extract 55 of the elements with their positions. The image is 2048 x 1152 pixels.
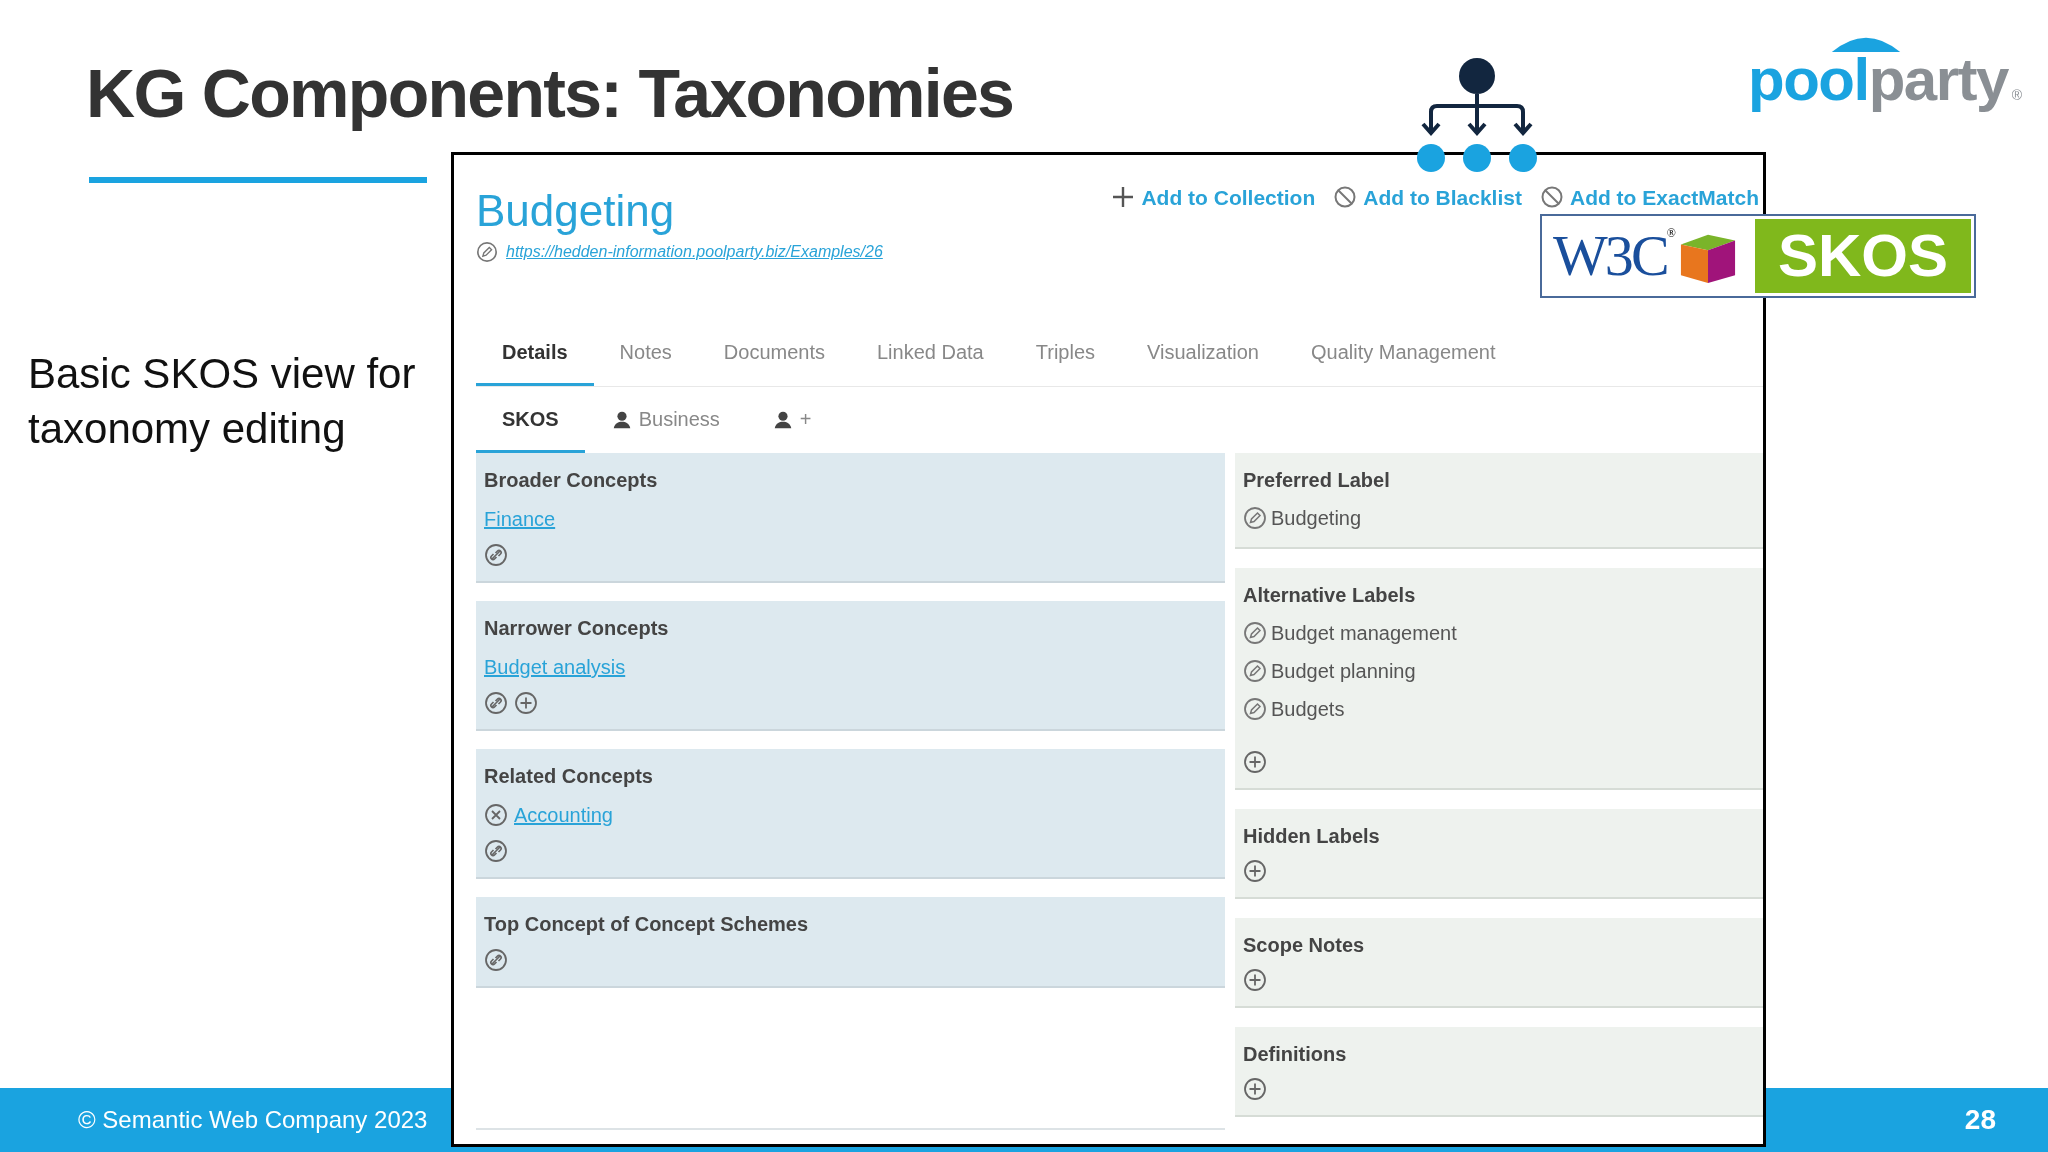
panel-title: Broader Concepts xyxy=(484,468,659,493)
action-link[interactable]: Add to Collection xyxy=(1141,186,1316,208)
tab[interactable]: Details xyxy=(476,321,594,386)
concept-link[interactable]: Budget analysis xyxy=(484,652,626,682)
pencil-icon[interactable] xyxy=(1243,506,1267,530)
link-icon[interactable] xyxy=(484,839,508,863)
slide-title: KG Components: Taxonomies xyxy=(86,54,1014,133)
blocked-icon xyxy=(1333,185,1358,209)
action-link[interactable]: Add to Blacklist xyxy=(1363,186,1522,208)
panel-title: Alternative Labels xyxy=(1243,583,1417,608)
tab[interactable]: Visualization xyxy=(1121,321,1285,386)
tab[interactable]: Notes xyxy=(593,321,698,386)
tab[interactable]: Triples xyxy=(1009,321,1122,386)
add-icon[interactable] xyxy=(1243,1077,1267,1101)
subtab[interactable]: Business xyxy=(584,387,746,453)
add-icon[interactable] xyxy=(514,691,538,715)
panel-title: Hidden Labels xyxy=(1243,824,1381,849)
link-icon[interactable] xyxy=(484,691,508,715)
add-icon[interactable] xyxy=(1243,750,1267,774)
add-icon[interactable] xyxy=(1243,859,1267,883)
concept-title: Budgeting xyxy=(476,185,676,237)
pencil-icon[interactable] xyxy=(476,241,498,263)
link-icon[interactable] xyxy=(484,948,508,972)
panel-title: Scope Notes xyxy=(1243,933,1366,958)
label-text: Budgets xyxy=(1271,697,1345,722)
panel-title: Preferred Label xyxy=(1243,468,1391,493)
concept-link[interactable]: Accounting xyxy=(514,800,613,830)
page-number: 28 xyxy=(1964,1103,1996,1137)
skos-badge: W3C® SKOS xyxy=(1540,214,1976,298)
brand-logo: poolparty® xyxy=(1748,30,2023,110)
label-text: Budgeting xyxy=(1271,506,1362,531)
subtab[interactable]: + xyxy=(745,387,846,453)
add-icon[interactable] xyxy=(1243,968,1267,992)
panel-title: Top Concept of Concept Schemes xyxy=(484,912,810,937)
panel-title: Definitions xyxy=(1243,1042,1348,1067)
pencil-icon[interactable] xyxy=(1243,621,1267,645)
remove-icon[interactable] xyxy=(484,803,508,827)
plus-icon xyxy=(1111,185,1136,209)
uri-link[interactable]: https://hedden-information.poolparty.biz/Examples/26 xyxy=(506,240,883,264)
panel-title: Narrower Concepts xyxy=(484,616,670,641)
pencil-icon[interactable] xyxy=(1243,697,1267,721)
link-icon[interactable] xyxy=(484,543,508,567)
tab[interactable]: Quality Management xyxy=(1284,321,1522,386)
body-text: Basic SKOS view for taxonomy editing xyxy=(28,349,417,454)
footer-text: © Semantic Web Company 2023 xyxy=(78,1105,428,1135)
concept-link[interactable]: Finance xyxy=(484,504,556,534)
panel-title: Related Concepts xyxy=(484,764,654,789)
blocked-icon xyxy=(1539,185,1564,209)
label-text: Budget management xyxy=(1271,621,1457,646)
label-text: Budget planning xyxy=(1271,659,1416,684)
hierarchy-icon xyxy=(1417,58,1537,174)
pencil-icon[interactable] xyxy=(1243,659,1267,683)
action-link[interactable]: Add to ExactMatch xyxy=(1569,186,1759,208)
tab[interactable]: Documents xyxy=(697,321,851,386)
tab[interactable]: Linked Data xyxy=(851,321,1010,386)
